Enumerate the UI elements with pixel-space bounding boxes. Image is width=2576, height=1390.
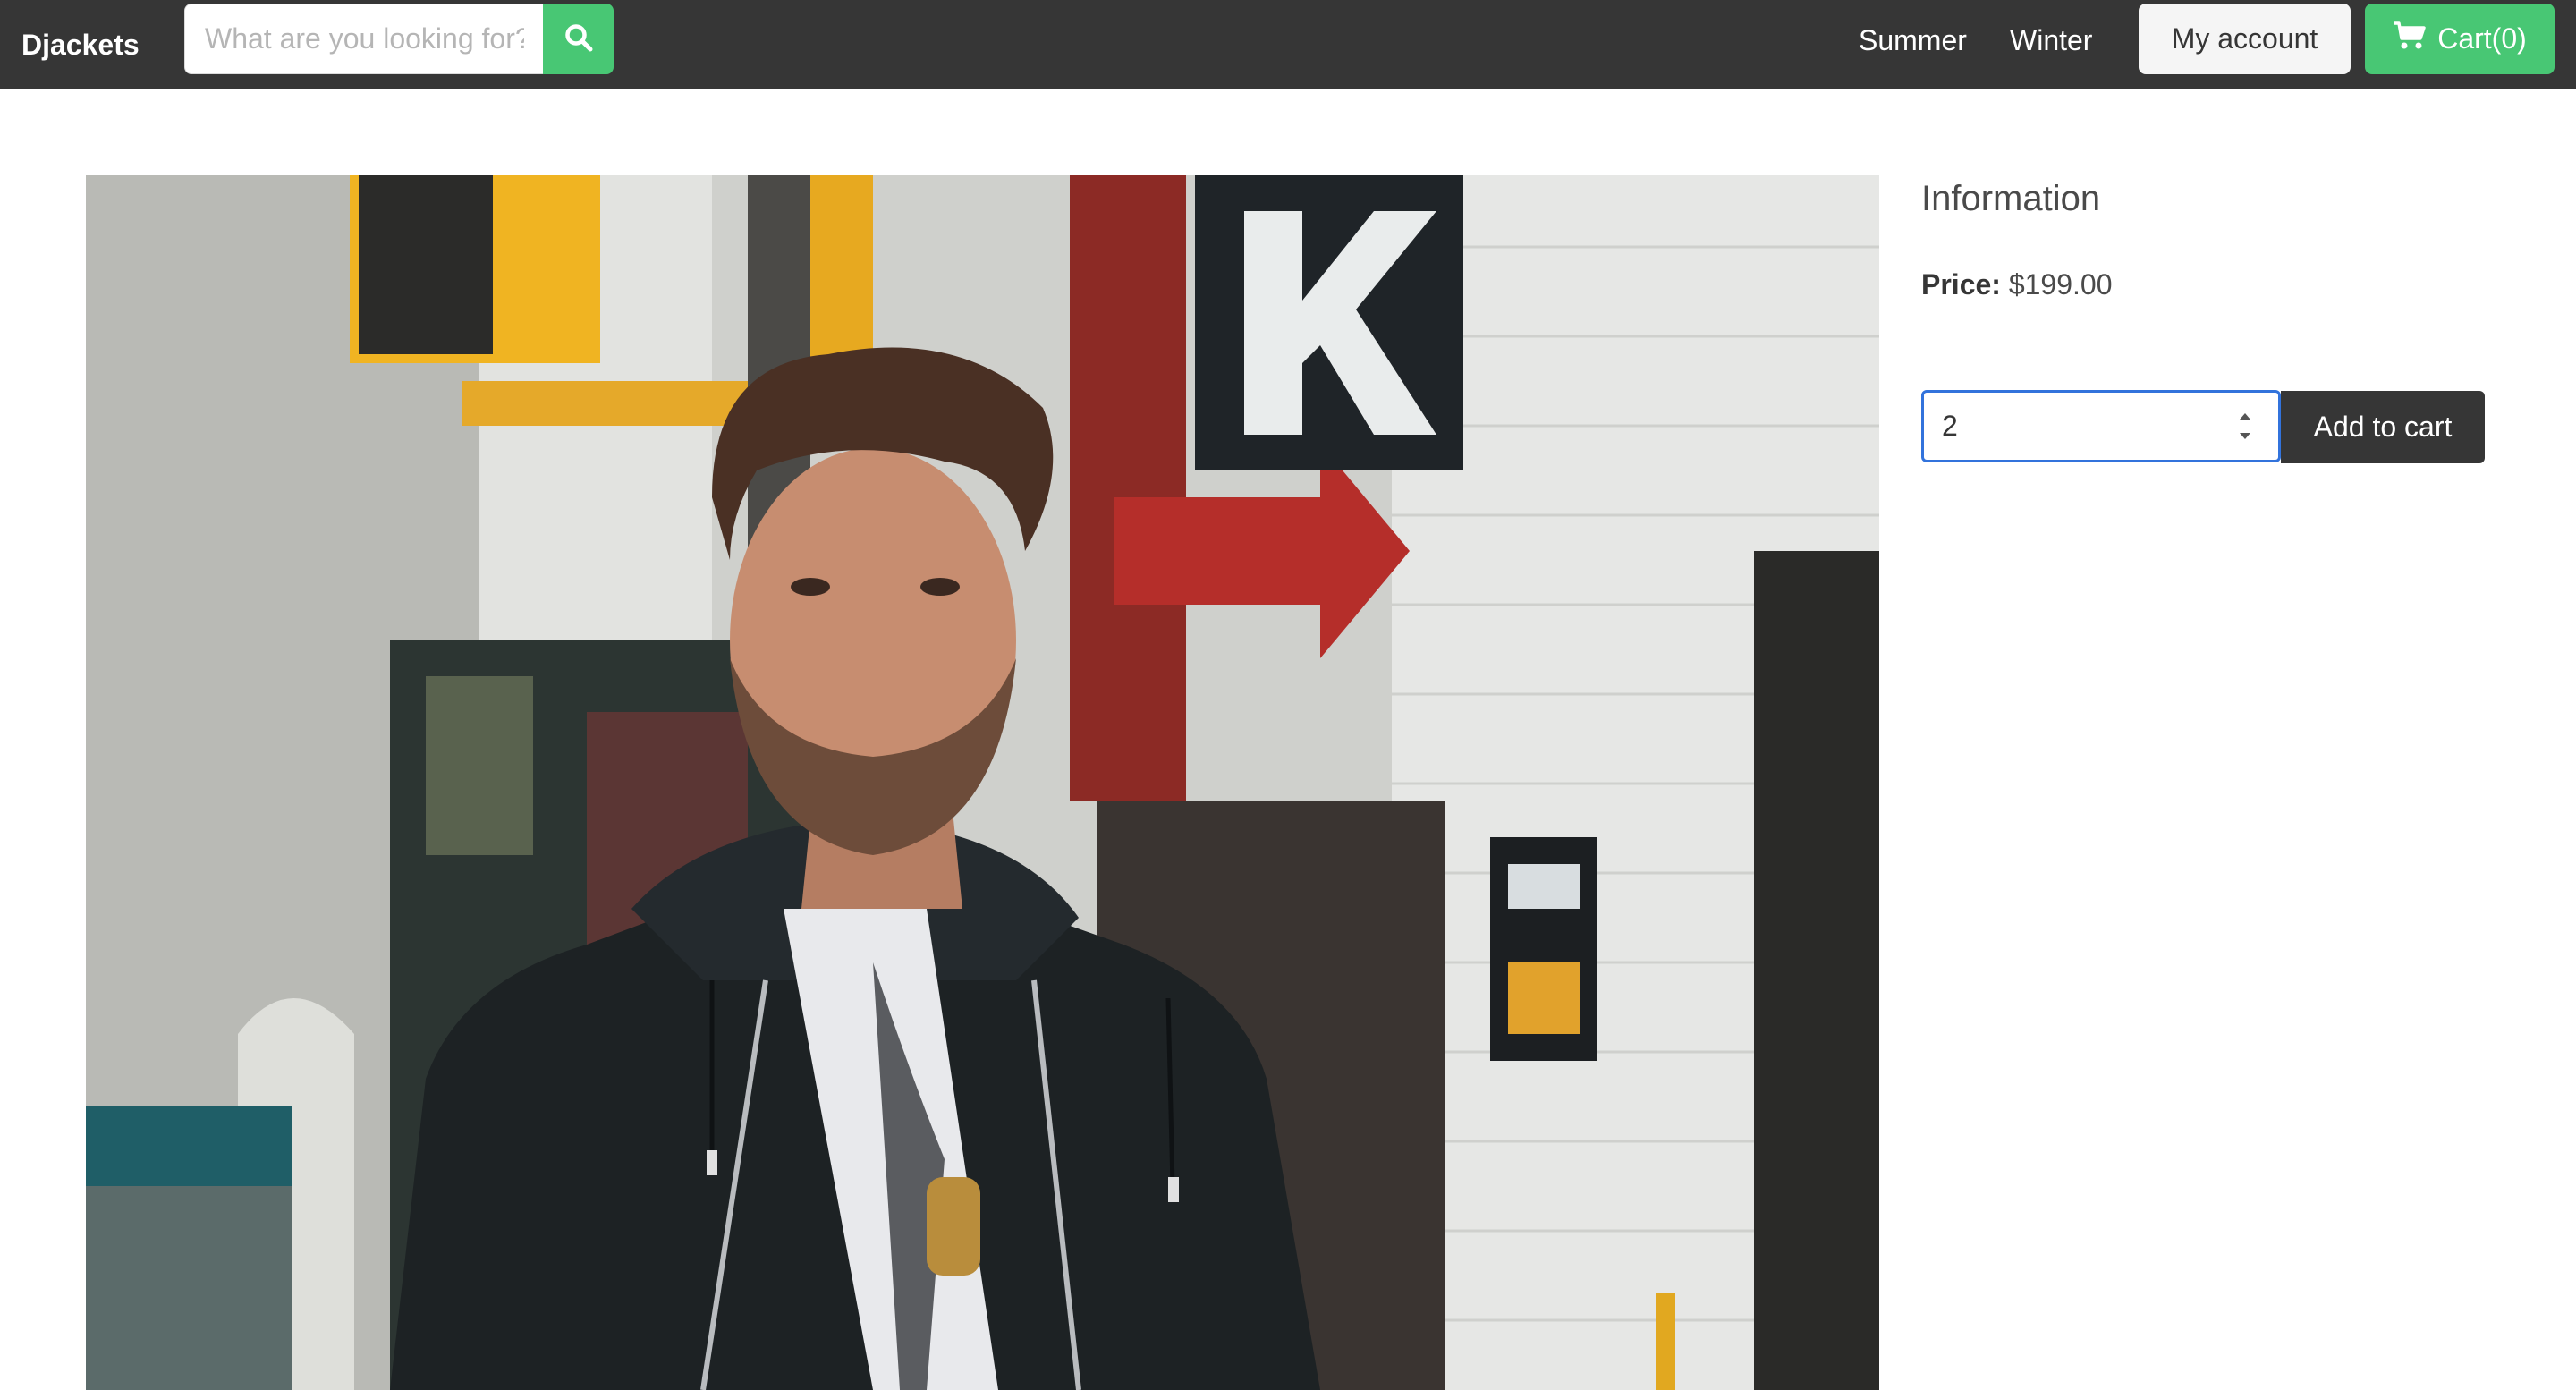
cart-label: Cart(0)	[2437, 22, 2527, 55]
add-to-cart-button[interactable]: Add to cart	[2281, 391, 2485, 463]
quantity-stepper[interactable]	[2233, 410, 2258, 444]
brand-logo[interactable]: Djackets	[21, 21, 140, 68]
shopping-cart-icon	[2393, 21, 2427, 58]
information-heading: Information	[1921, 179, 2101, 218]
chevron-up-icon[interactable]	[2239, 409, 2251, 425]
chevron-down-icon[interactable]	[2239, 428, 2251, 445]
product-image	[86, 175, 1879, 1390]
search-icon	[564, 22, 594, 55]
nav-link-winter[interactable]: Winter	[2010, 20, 2092, 61]
my-account-button[interactable]: My account	[2139, 4, 2351, 74]
nav-link-summer[interactable]: Summer	[1859, 20, 1967, 61]
price-line: Price: $199.00	[1921, 265, 2113, 304]
price-value: $199.00	[2008, 268, 2113, 301]
price-label: Price:	[1921, 268, 2001, 301]
search-input[interactable]	[184, 4, 544, 74]
search-button[interactable]	[543, 4, 614, 74]
cart-button[interactable]: Cart(0)	[2365, 4, 2555, 74]
quantity-input[interactable]	[1921, 390, 2281, 462]
top-navbar: Djackets Summer Winter My account Cart(0…	[0, 0, 2576, 89]
